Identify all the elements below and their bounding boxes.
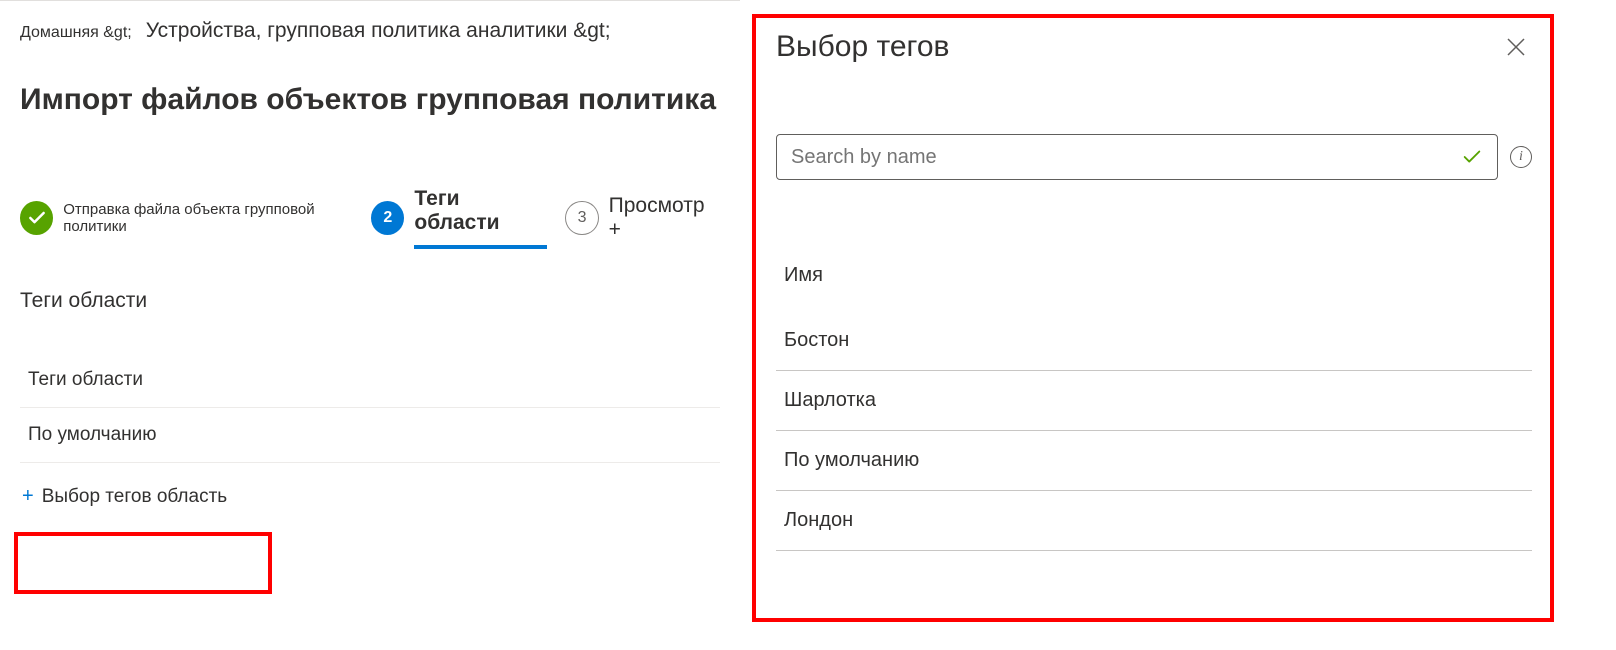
step-upload[interactable]: Отправка файла объекта групповой политик… (20, 201, 375, 235)
plus-icon: + (22, 485, 34, 508)
step-upload-label: Отправка файла объекта групповой политик… (63, 201, 375, 235)
table-row[interactable]: По умолчанию (20, 408, 720, 463)
select-scope-tags-button[interactable]: + Выбор тегов область (20, 481, 229, 512)
tag-list: Имя Бостон Шарлотка По умолчанию Лондон (776, 250, 1532, 551)
checkmark-icon (1461, 146, 1483, 168)
page-title: Импорт файлов объектов групповая политик… (20, 83, 720, 117)
info-icon[interactable]: i (1510, 146, 1532, 168)
breadcrumb-devices[interactable]: Устройства, групповая политика аналитики… (146, 19, 611, 43)
scope-tags-table: Теги области По умолчанию (20, 353, 720, 463)
step-review-label: Просмотр + (609, 194, 720, 242)
breadcrumb-home[interactable]: Домашняя &gt; (20, 24, 132, 42)
step-scope-tags[interactable]: 2 Теги области (371, 187, 547, 249)
search-input[interactable] (791, 146, 1461, 169)
tag-item[interactable]: По умолчанию (776, 431, 1532, 491)
checkmark-icon (20, 201, 53, 235)
search-box[interactable] (776, 134, 1498, 180)
panel-title: Выбор тегов (776, 30, 949, 64)
step-review[interactable]: 3 Просмотр + (565, 194, 720, 242)
wizard-steps: Отправка файла объекта групповой политик… (20, 187, 720, 249)
tag-item[interactable]: Бостон (776, 311, 1532, 371)
select-tags-panel: Выбор тегов i Имя Бостон Шарлотка По умо… (760, 22, 1548, 622)
close-button[interactable] (1500, 31, 1532, 63)
section-heading: Теги области (20, 289, 720, 313)
step-number-icon: 2 (371, 201, 404, 235)
tag-list-header: Имя (776, 250, 1532, 311)
select-scope-tags-label: Выбор тегов область (42, 486, 227, 508)
table-header: Теги области (20, 353, 720, 408)
step-number-icon: 3 (565, 201, 598, 235)
tag-item[interactable]: Лондон (776, 491, 1532, 551)
tag-item[interactable]: Шарлотка (776, 371, 1532, 431)
breadcrumb: Домашняя &gt; Устройства, групповая поли… (20, 19, 720, 43)
close-icon (1504, 35, 1528, 59)
step-scope-tags-label: Теги области (414, 187, 547, 249)
